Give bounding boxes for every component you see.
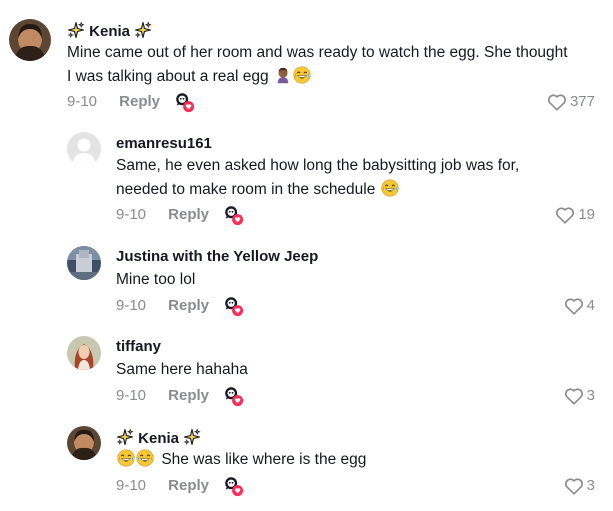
like-count: 377 xyxy=(569,93,595,110)
comment-date: 9-10 xyxy=(67,93,98,110)
react-icon[interactable] xyxy=(173,91,195,113)
laughing-emoji xyxy=(293,66,311,84)
react-icon[interactable] xyxy=(222,475,244,497)
like-count: 19 xyxy=(578,206,595,223)
like-button[interactable]: 3 xyxy=(564,476,595,496)
comment-line: She was like where is the egg xyxy=(116,448,366,472)
comment-line: Mine too lol xyxy=(116,271,196,288)
comment-text: She was like where is the egg xyxy=(116,448,366,472)
avatar[interactable] xyxy=(9,19,51,61)
reply-button[interactable]: Reply xyxy=(119,93,160,110)
avatar[interactable] xyxy=(67,246,101,280)
comment-line-text: needed to make room in the schedule xyxy=(116,181,376,198)
heart-icon xyxy=(555,206,575,224)
comment-date: 9-10 xyxy=(116,387,147,404)
like-button[interactable]: 4 xyxy=(564,296,595,316)
like-button[interactable]: 3 xyxy=(564,386,595,406)
username[interactable]: Kenia xyxy=(67,21,152,42)
comment-text: Same, he even asked how long the babysit… xyxy=(116,154,519,202)
comment-date: 9-10 xyxy=(116,297,147,314)
comment-meta: 9-10 Reply xyxy=(116,205,209,225)
laughing-emoji xyxy=(117,449,135,467)
comment-text: Mine too lol xyxy=(116,268,195,292)
facepalm-emoji xyxy=(274,66,292,84)
react-icon[interactable] xyxy=(222,204,244,226)
avatar[interactable] xyxy=(67,132,101,166)
reply-button[interactable]: Reply xyxy=(168,297,209,314)
heart-icon xyxy=(564,387,584,405)
comment-text: Mine came out of her room and was ready … xyxy=(67,41,568,89)
like-count: 3 xyxy=(586,477,595,494)
comment-line: needed to make room in the schedule xyxy=(116,178,519,202)
comment-line: Same, he even asked how long the babysit… xyxy=(116,157,520,174)
username[interactable]: emanresu161 xyxy=(116,134,212,154)
comment-meta: 9-10 Reply xyxy=(116,476,209,496)
comment-line: Mine came out of her room and was ready … xyxy=(67,44,568,61)
react-icon[interactable] xyxy=(222,295,244,317)
like-button[interactable]: 19 xyxy=(555,205,595,225)
comment-text: Same here hahaha xyxy=(116,358,248,382)
username-text: Kenia xyxy=(89,23,131,40)
like-button[interactable]: 377 xyxy=(547,92,595,112)
like-count: 4 xyxy=(586,297,595,314)
reply-button[interactable]: Reply xyxy=(168,206,209,223)
comment-date: 9-10 xyxy=(116,206,147,223)
heart-icon xyxy=(564,297,584,315)
avatar[interactable] xyxy=(67,336,101,370)
sparkle-icon xyxy=(67,21,85,39)
sparkle-icon xyxy=(116,428,134,446)
heart-icon xyxy=(547,93,567,111)
laughing-emoji xyxy=(136,449,154,467)
comment-line: Same here hahaha xyxy=(116,361,248,378)
username-text: Kenia xyxy=(138,430,180,447)
reply-button[interactable]: Reply xyxy=(168,477,209,494)
username[interactable]: tiffany xyxy=(116,337,161,357)
like-count: 3 xyxy=(586,387,595,404)
react-icon[interactable] xyxy=(222,385,244,407)
username[interactable]: Justina with the Yellow Jeep xyxy=(116,247,318,267)
comment-date: 9-10 xyxy=(116,477,147,494)
username[interactable]: Kenia xyxy=(116,428,201,449)
comment-line-text: She was like where is the egg xyxy=(161,451,367,468)
avatar[interactable] xyxy=(67,426,101,460)
sparkle-icon xyxy=(183,428,201,446)
comment-meta: 9-10 Reply xyxy=(116,296,209,316)
heart-icon xyxy=(564,477,584,495)
comment-meta: 9-10 Reply xyxy=(116,386,209,406)
sparkle-icon xyxy=(134,21,152,39)
comment-line: I was talking about a real egg xyxy=(67,65,568,89)
laughing-emoji xyxy=(381,179,399,197)
comment-line-text: I was talking about a real egg xyxy=(67,68,269,85)
comment-meta: 9-10 Reply xyxy=(67,92,160,112)
reply-button[interactable]: Reply xyxy=(168,387,209,404)
